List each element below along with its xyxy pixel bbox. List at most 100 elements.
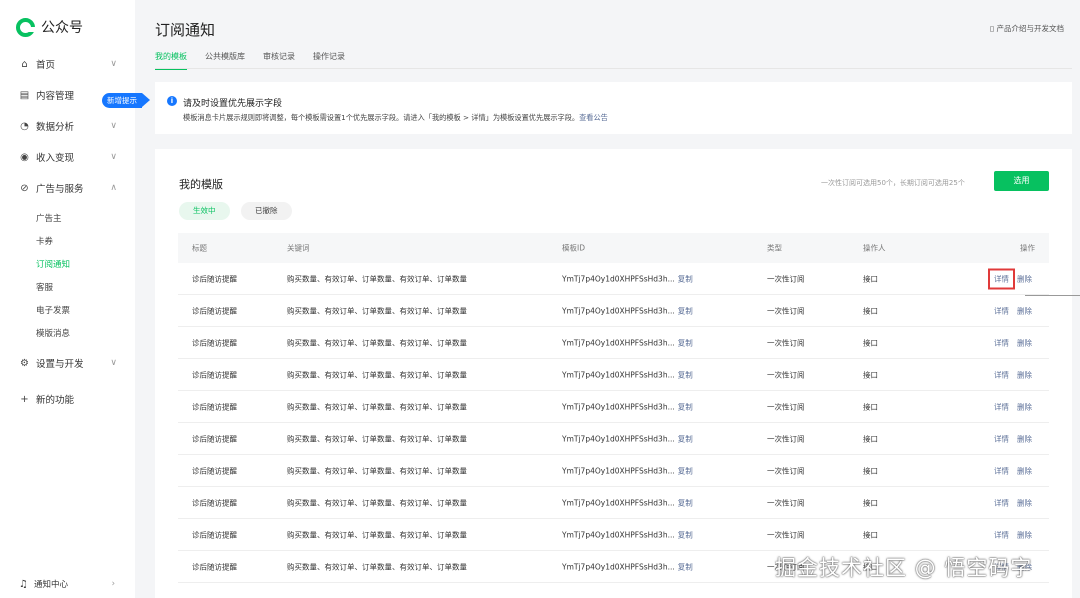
row-keywords: 购买数量、有效订单、订单数量、有效订单、订单数量 bbox=[287, 370, 467, 379]
table-row: 诊后随访提醒 购买数量、有效订单、订单数量、有效订单、订单数量 YmTj7p4Oy1… bbox=[178, 519, 1049, 551]
row-keywords: 购买数量、有效订单、订单数量、有效订单、订单数量 bbox=[287, 274, 467, 283]
delete-button[interactable]: 删除 bbox=[1017, 434, 1032, 443]
sidebar: 公众号 ⌂ 首页 ∨ ▤ 内容管理 ◔ 数据分析 ∨ ◉ 收入变现 ∨ ⊘ 广告… bbox=[0, 0, 135, 598]
sidebar-item-analytics[interactable]: ◔ 数据分析 ∨ bbox=[19, 117, 119, 135]
detail-button[interactable]: 详情 bbox=[994, 402, 1009, 411]
sidebar-item-label: 广告与服务 bbox=[36, 184, 84, 195]
row-actions: 详情 删除 bbox=[994, 401, 1032, 412]
settings-icon: ⚙ bbox=[20, 357, 29, 369]
copy-button[interactable]: 复制 bbox=[678, 370, 693, 379]
detail-button[interactable]: 详情 bbox=[994, 498, 1009, 507]
filter-removed[interactable]: 已撤除 bbox=[241, 202, 292, 220]
row-title: 诊后随访提醒 bbox=[192, 466, 237, 475]
delete-button[interactable]: 删除 bbox=[1017, 498, 1032, 507]
notice-title: 请及时设置优先展示字段 bbox=[183, 99, 283, 109]
copy-button[interactable]: 复制 bbox=[678, 434, 693, 443]
row-operator: 接口 bbox=[863, 466, 878, 475]
table-row: 诊后随访提醒 购买数量、有效订单、订单数量、有效订单、订单数量 YmTj7p4Oy1… bbox=[178, 487, 1049, 519]
row-title: 诊后随访提醒 bbox=[192, 402, 237, 411]
notification-center[interactable]: ♫ 通知中心 › bbox=[19, 578, 115, 591]
copy-button[interactable]: 复制 bbox=[678, 498, 693, 507]
row-operator: 接口 bbox=[863, 530, 878, 539]
sidebar-subitem-template-message[interactable]: 模版消息 bbox=[36, 327, 70, 339]
row-operator: 接口 bbox=[863, 274, 878, 283]
row-operator: 接口 bbox=[863, 370, 878, 379]
delete-button[interactable]: 删除 bbox=[1017, 274, 1032, 283]
row-template-id: YmTj7p4Oy1d0XHPFSsHd3h... bbox=[562, 434, 675, 443]
copy-button[interactable]: 复制 bbox=[678, 466, 693, 475]
sidebar-item-label: 首页 bbox=[36, 60, 56, 71]
copy-button[interactable]: 复制 bbox=[678, 562, 693, 571]
new-badge[interactable]: 新增提示 bbox=[102, 93, 150, 108]
detail-button[interactable]: 详情 bbox=[994, 338, 1009, 347]
select-template-button[interactable]: 选用 bbox=[994, 171, 1049, 191]
header-keywords: 关键词 bbox=[287, 243, 310, 253]
row-keywords: 购买数量、有效订单、订单数量、有效订单、订单数量 bbox=[287, 338, 467, 347]
row-keywords: 购买数量、有效订单、订单数量、有效订单、订单数量 bbox=[287, 498, 467, 507]
notice-link[interactable]: 查看公告 bbox=[579, 113, 608, 122]
sidebar-item-home[interactable]: ⌂ 首页 ∨ bbox=[19, 55, 119, 73]
chevron-down-icon: ∨ bbox=[110, 358, 117, 368]
sidebar-item-settings[interactable]: ⚙ 设置与开发 ∨ bbox=[19, 354, 119, 372]
row-title: 诊后随访提醒 bbox=[192, 338, 237, 347]
doc-link[interactable]: ▯ 产品介绍与开发文档 bbox=[990, 23, 1064, 34]
header-operator: 操作人 bbox=[863, 243, 886, 253]
header-template-id: 模板ID bbox=[562, 243, 585, 253]
row-title: 诊后随访提醒 bbox=[192, 434, 237, 443]
detail-button[interactable]: 详情 bbox=[994, 434, 1009, 443]
delete-button[interactable]: 删除 bbox=[1017, 402, 1032, 411]
row-actions: 详情 删除 bbox=[994, 497, 1032, 508]
sidebar-subitem-invoice[interactable]: 电子发票 bbox=[36, 304, 70, 316]
sidebar-subitem-coupons[interactable]: 卡券 bbox=[36, 235, 53, 247]
info-icon: i bbox=[167, 96, 177, 106]
sidebar-item-label: 收入变现 bbox=[36, 153, 75, 164]
detail-button[interactable]: 详情 bbox=[994, 306, 1009, 315]
header-actions: 操作 bbox=[1020, 243, 1035, 253]
detail-button[interactable]: 详情 bbox=[994, 466, 1009, 475]
detail-button[interactable]: 详情 bbox=[988, 268, 1015, 289]
app-name: 公众号 bbox=[41, 20, 83, 36]
row-keywords: 购买数量、有效订单、订单数量、有效订单、订单数量 bbox=[287, 434, 467, 443]
copy-button[interactable]: 复制 bbox=[678, 306, 693, 315]
row-keywords: 购买数量、有效订单、订单数量、有效订单、订单数量 bbox=[287, 306, 467, 315]
notice-banner: i 请及时设置优先展示字段 模板消息卡片展示规则即将调整，每个模板需设置1个优先… bbox=[155, 82, 1072, 134]
chart-icon: ◔ bbox=[20, 120, 29, 132]
sidebar-subitem-subscribe-notice[interactable]: 订阅通知 bbox=[36, 258, 70, 270]
copy-button[interactable]: 复制 bbox=[678, 274, 693, 283]
row-template-id: YmTj7p4Oy1d0XHPFSsHd3h... bbox=[562, 274, 675, 283]
detail-button[interactable]: 详情 bbox=[994, 370, 1009, 379]
copy-button[interactable]: 复制 bbox=[678, 402, 693, 411]
sidebar-subitem-customer-service[interactable]: 客服 bbox=[36, 281, 53, 293]
row-title: 诊后随访提醒 bbox=[192, 306, 237, 315]
wechat-logo-icon bbox=[16, 17, 35, 37]
delete-button[interactable]: 删除 bbox=[1017, 466, 1032, 475]
delete-button[interactable]: 删除 bbox=[1017, 338, 1032, 347]
row-type: 一次性订阅 bbox=[767, 274, 805, 283]
row-keywords: 购买数量、有效订单、订单数量、有效订单、订单数量 bbox=[287, 530, 467, 539]
plus-icon: + bbox=[20, 393, 29, 405]
row-title: 诊后随访提醒 bbox=[192, 530, 237, 539]
card-title: 我的模版 bbox=[179, 178, 223, 191]
detail-button[interactable]: 详情 bbox=[994, 530, 1009, 539]
copy-button[interactable]: 复制 bbox=[678, 530, 693, 539]
row-actions: 详情 删除 bbox=[988, 268, 1032, 289]
filter-active[interactable]: 生效中 bbox=[179, 202, 230, 220]
sidebar-item-label: 新的功能 bbox=[36, 395, 75, 406]
sidebar-item-revenue[interactable]: ◉ 收入变现 ∨ bbox=[19, 148, 119, 166]
copy-button[interactable]: 复制 bbox=[678, 338, 693, 347]
row-type: 一次性订阅 bbox=[767, 530, 805, 539]
sidebar-item-ads[interactable]: ⊘ 广告与服务 ∧ bbox=[19, 179, 119, 197]
delete-button[interactable]: 删除 bbox=[1017, 530, 1032, 539]
row-title: 诊后随访提醒 bbox=[192, 562, 237, 571]
table-row: 诊后随访提醒 购买数量、有效订单、订单数量、有效订单、订单数量 YmTj7p4Oy1… bbox=[178, 327, 1049, 359]
sidebar-item-new-features[interactable]: + 新的功能 bbox=[19, 390, 119, 408]
row-actions: 详情 删除 bbox=[994, 305, 1032, 316]
logo[interactable]: 公众号 bbox=[16, 17, 83, 37]
delete-button[interactable]: 删除 bbox=[1017, 370, 1032, 379]
delete-button[interactable]: 删除 bbox=[1017, 306, 1032, 315]
sidebar-subitem-advertiser[interactable]: 广告主 bbox=[36, 212, 62, 224]
chevron-down-icon: ∨ bbox=[110, 121, 117, 131]
row-template-id: YmTj7p4Oy1d0XHPFSsHd3h... bbox=[562, 498, 675, 507]
table-header: 标题 关键词 模板ID 类型 操作人 操作 bbox=[178, 233, 1049, 263]
row-type: 一次性订阅 bbox=[767, 370, 805, 379]
